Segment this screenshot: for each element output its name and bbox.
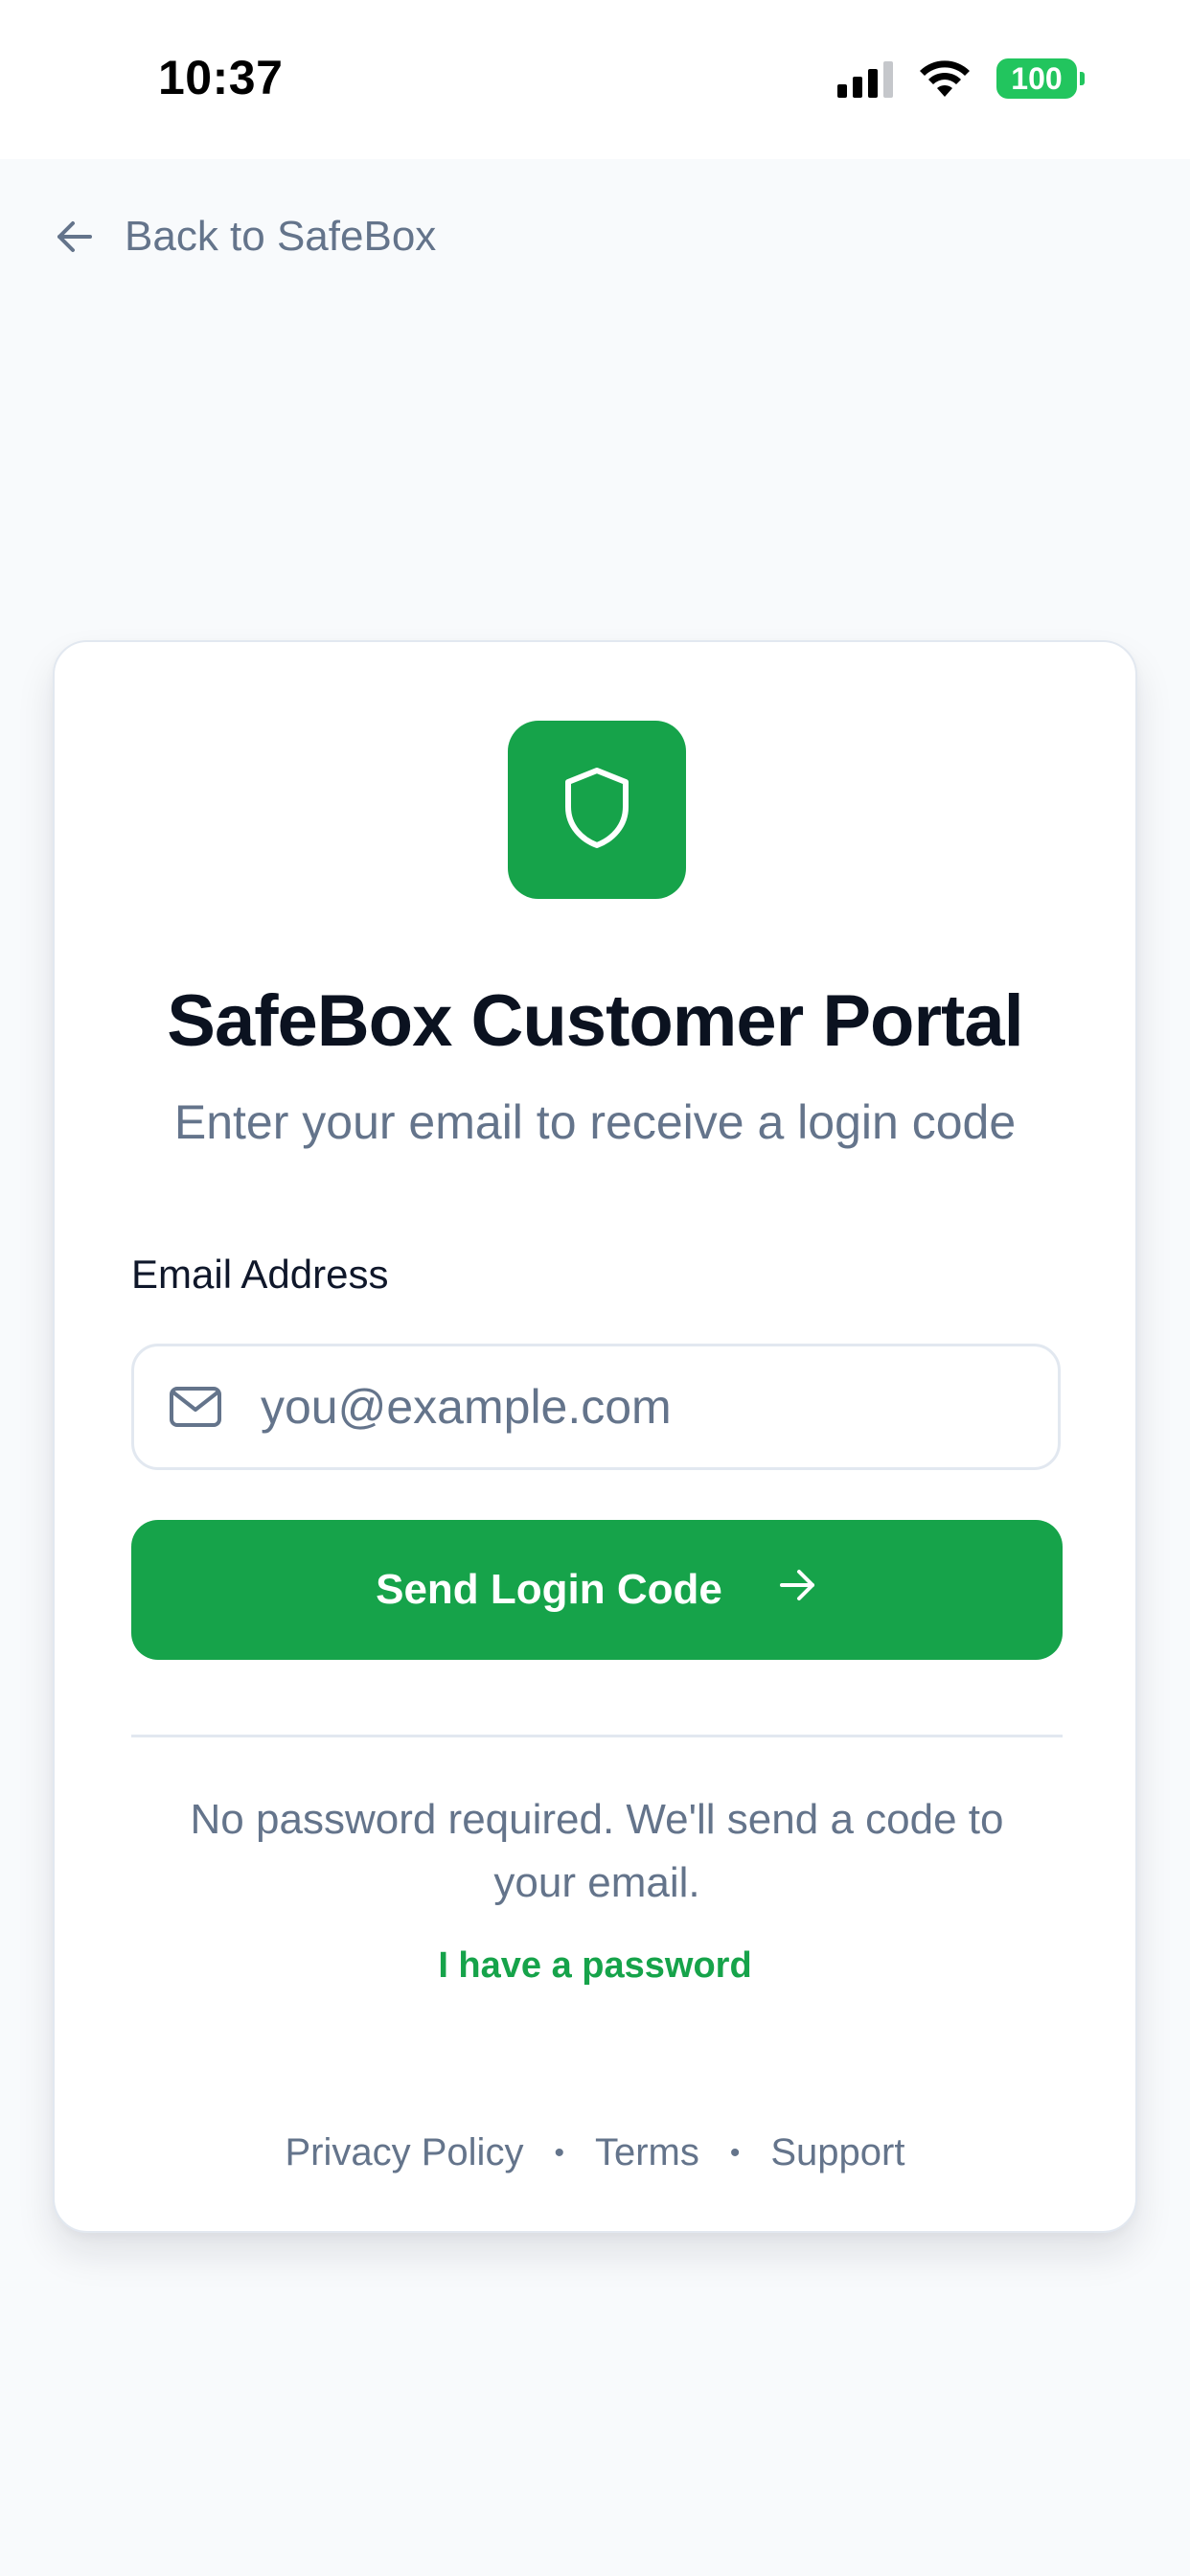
mail-icon [169,1386,222,1428]
page-subtitle: Enter your email to receive a login code [173,1095,1017,1149]
privacy-policy-link[interactable]: Privacy Policy [286,2131,524,2174]
arrow-left-icon [54,216,96,258]
footer-separator: • [729,2136,741,2169]
login-card: SafeBox Customer Portal Enter your email… [53,640,1137,2233]
send-button-label: Send Login Code [376,1566,722,1613]
email-label: Email Address [131,1252,389,1297]
back-to-safebox-link[interactable]: Back to SafeBox [54,213,436,261]
footer-links: Privacy Policy • Terms • Support [55,2131,1135,2174]
info-text: No password required. We'll send a code … [190,1796,1004,1906]
arrow-right-icon [776,1564,818,1617]
email-input[interactable] [261,1379,1046,1435]
battery-level: 100 [996,58,1077,99]
battery-icon: 100 [996,58,1085,99]
status-time: 10:37 [158,51,284,104]
page-title: SafeBox Customer Portal [167,980,1023,1062]
divider [131,1735,1063,1737]
logo [508,721,686,899]
back-link-label: Back to SafeBox [125,213,437,260]
status-icons: 100 [837,56,1085,102]
terms-link[interactable]: Terms [595,2131,699,2174]
email-field[interactable] [131,1344,1061,1470]
send-login-code-button[interactable]: Send Login Code [131,1520,1063,1660]
signal-icon [837,59,893,98]
footer-separator: • [554,2136,564,2169]
support-link[interactable]: Support [770,2131,904,2174]
shield-icon [559,765,635,856]
i-have-a-password-link[interactable]: I have a password [55,1945,1135,1987]
wifi-icon [918,58,972,99]
status-bar: 10:37 100 [0,0,1190,159]
